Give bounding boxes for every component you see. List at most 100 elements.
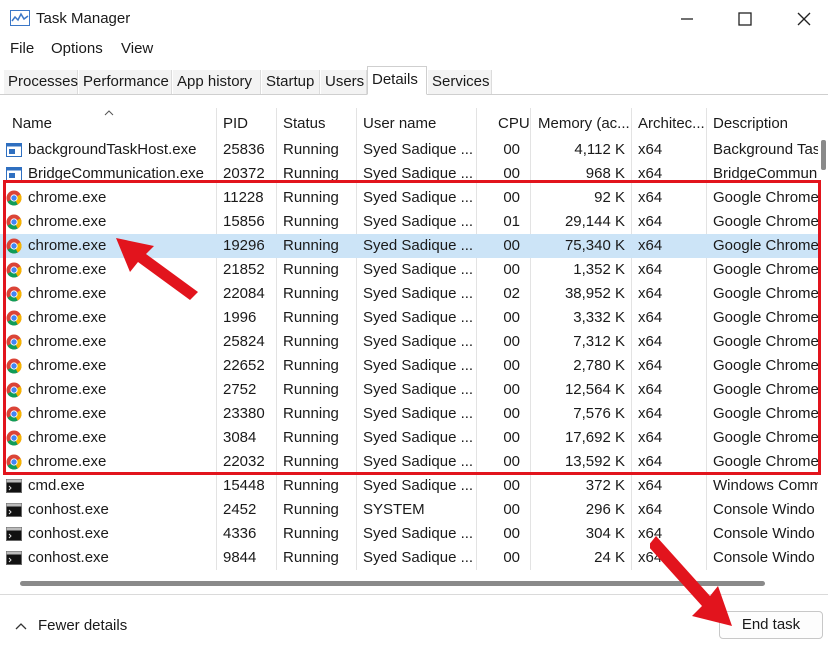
cell-pid: 22032 [223, 453, 265, 470]
cell-pid: 2752 [223, 381, 257, 398]
cell-cpu: 00 [503, 357, 520, 374]
cell-pid: 22084 [223, 285, 265, 302]
table-row[interactable]: chrome.exe 22032 Running Syed Sadique ... 00… [0, 450, 818, 474]
cell-cpu: 00 [503, 549, 520, 566]
cell-memory: 12,564 K [564, 381, 625, 398]
cell-desc: Google Chrome [713, 213, 818, 230]
cell-pid: 21852 [223, 261, 265, 278]
cell-user: Syed Sadique ... [363, 285, 473, 302]
cell-user: Syed Sadique ... [363, 453, 473, 470]
cell-arch: x64 [638, 477, 663, 494]
cell-cpu: 00 [503, 261, 520, 278]
cell-desc: Google Chrome [713, 381, 818, 398]
menu-file[interactable]: File [10, 40, 34, 57]
horizontal-scrollbar[interactable] [0, 576, 828, 590]
table-row[interactable]: chrome.exe 25824 Running Syed Sadique ... 00… [0, 330, 818, 354]
tab-users[interactable]: Users [321, 70, 367, 94]
cell-status: Running [283, 405, 339, 422]
close-button[interactable] [793, 8, 815, 30]
menu-options[interactable]: Options [51, 40, 103, 57]
table-row[interactable]: chrome.exe 1996 Running Syed Sadique ... 00 3… [0, 306, 818, 330]
tab-processes[interactable]: Processes [4, 70, 78, 94]
table-row[interactable]: BridgeCommunication.exe 20372 Running Syed … [0, 162, 818, 186]
cell-memory: 3,332 K [573, 309, 625, 326]
table-row[interactable]: chrome.exe 23380 Running Syed Sadique ... 00… [0, 402, 818, 426]
column-header-architecture[interactable]: Architec... [638, 108, 705, 140]
details-table: Name PID Status User name CPU Memory (ac… [0, 108, 828, 570]
chrome-icon [6, 334, 22, 350]
column-header-pid[interactable]: PID [223, 108, 248, 140]
cell-cpu: 00 [503, 453, 520, 470]
table-row[interactable]: chrome.exe 11228 Running Syed Sadique ... 00… [0, 186, 818, 210]
cell-memory: 75,340 K [564, 237, 625, 254]
chrome-icon [6, 214, 22, 230]
vertical-scrollbar-thumb[interactable] [821, 140, 826, 170]
cell-status: Running [283, 165, 339, 182]
cell-arch: x64 [638, 405, 663, 422]
tab-performance[interactable]: Performance [79, 70, 172, 94]
cell-pid: 9844 [223, 549, 257, 566]
tab-details[interactable]: Details [367, 66, 427, 95]
cell-memory: 38,952 K [564, 285, 625, 302]
table-row[interactable]: chrome.exe 22652 Running Syed Sadique ... 00… [0, 354, 818, 378]
cell-arch: x64 [638, 501, 663, 518]
cell-desc: Google Chrome [713, 429, 818, 446]
title-bar: Task Manager [0, 0, 828, 38]
cell-user: Syed Sadique ... [363, 549, 473, 566]
table-row[interactable]: conhost.exe 9844 Running Syed Sadique ... 00… [0, 546, 818, 570]
column-header-name[interactable]: Name [12, 108, 52, 140]
fewer-details-link[interactable]: Fewer details [14, 617, 127, 634]
cell-pid: 3084 [223, 429, 257, 446]
table-row[interactable]: chrome.exe 19296 Running Syed Sadique ... 00… [0, 234, 818, 258]
column-header-description[interactable]: Description [713, 108, 788, 140]
cell-memory: 2,780 K [573, 357, 625, 374]
cell-status: Running [283, 501, 339, 518]
table-row[interactable]: conhost.exe 2452 Running SYSTEM 00 296 K x64 Co… [0, 498, 818, 522]
tab-startup[interactable]: Startup [262, 70, 320, 94]
column-header-cpu[interactable]: CPU [498, 108, 530, 140]
vertical-scrollbar[interactable] [820, 140, 828, 570]
maximize-button[interactable] [734, 8, 756, 30]
minimize-button[interactable] [676, 8, 698, 30]
cell-memory: 372 K [585, 477, 625, 494]
cell-cpu: 00 [503, 381, 520, 398]
cell-desc: Google Chrome [713, 237, 818, 254]
chrome-icon [6, 310, 22, 326]
tab-app-history[interactable]: App history [173, 70, 261, 94]
cell-cpu: 00 [503, 237, 520, 254]
cell-arch: x64 [638, 285, 663, 302]
column-header-memory[interactable]: Memory (ac... [538, 108, 630, 140]
cell-pid: 25824 [223, 333, 265, 350]
cell-memory: 7,312 K [573, 333, 625, 350]
table-row[interactable]: conhost.exe 4336 Running Syed Sadique ... 00… [0, 522, 818, 546]
horizontal-scrollbar-thumb[interactable] [20, 581, 765, 586]
cell-status: Running [283, 429, 339, 446]
task-manager-icon [10, 10, 30, 26]
end-task-button[interactable]: End task [719, 611, 823, 639]
cell-user: Syed Sadique ... [363, 357, 473, 374]
cell-name: chrome.exe [28, 237, 107, 254]
cell-pid: 4336 [223, 525, 257, 542]
cell-user: Syed Sadique ... [363, 141, 473, 158]
table-row[interactable]: chrome.exe 2752 Running Syed Sadique ... 00 1… [0, 378, 818, 402]
table-row[interactable]: backgroundTaskHost.exe 25836 Running Syed S… [0, 138, 818, 162]
table-row[interactable]: chrome.exe 21852 Running Syed Sadique ... 00… [0, 258, 818, 282]
column-header-status[interactable]: Status [283, 108, 326, 140]
cell-status: Running [283, 525, 339, 542]
menu-view[interactable]: View [121, 40, 153, 57]
console-icon [6, 478, 22, 494]
column-header-user-name[interactable]: User name [363, 108, 436, 140]
cell-cpu: 00 [503, 141, 520, 158]
cell-name: conhost.exe [28, 525, 109, 542]
cell-name: BridgeCommunication.exe [28, 165, 204, 182]
cell-cpu: 00 [503, 405, 520, 422]
cell-memory: 4,112 K [574, 141, 625, 158]
cell-pid: 15448 [223, 477, 265, 494]
tab-services[interactable]: Services [428, 70, 492, 94]
cell-status: Running [283, 237, 339, 254]
cell-cpu: 00 [503, 477, 520, 494]
table-row[interactable]: chrome.exe 22084 Running Syed Sadique ... 02… [0, 282, 818, 306]
table-row[interactable]: cmd.exe 15448 Running Syed Sadique ... 00 372… [0, 474, 818, 498]
table-row[interactable]: chrome.exe 3084 Running Syed Sadique ... 00 1… [0, 426, 818, 450]
table-row[interactable]: chrome.exe 15856 Running Syed Sadique ... 01… [0, 210, 818, 234]
